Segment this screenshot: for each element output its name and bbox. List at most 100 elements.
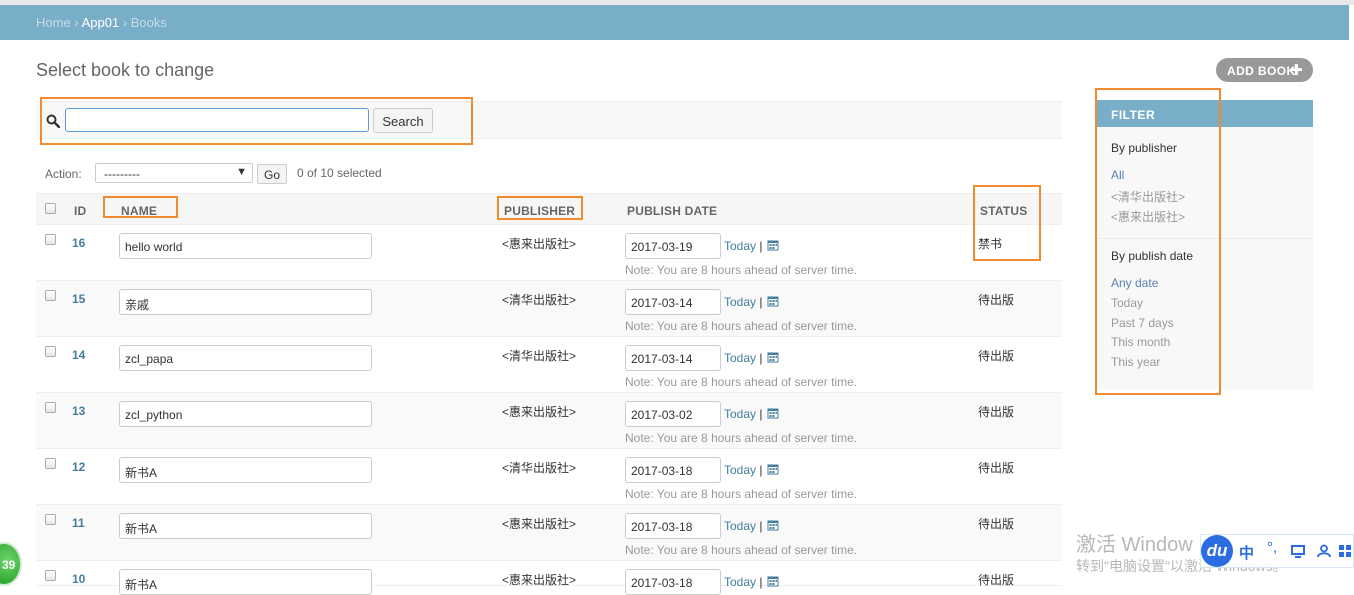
today-link[interactable]: Today |: [724, 575, 763, 589]
windows-activation-watermark: 激活 Window: [1076, 534, 1193, 556]
action-select[interactable]: --------- ▼: [95, 163, 253, 183]
publish-date-input[interactable]: 2017-03-18: [625, 569, 721, 595]
action-select-value: ---------: [104, 167, 140, 181]
row-publisher: <惠来出版社>: [502, 405, 577, 419]
today-label: Today: [724, 295, 757, 309]
publish-date-input[interactable]: 2017-03-02: [625, 401, 721, 427]
today-label: Today: [724, 351, 757, 365]
breadcrumb-home[interactable]: Home: [36, 15, 71, 30]
publish-date-input[interactable]: 2017-03-18: [625, 513, 721, 539]
today-separator: |: [759, 239, 763, 253]
ime-toolbar: du 中 °,: [1200, 534, 1354, 568]
book-name-input[interactable]: zcl_python: [119, 401, 372, 427]
today-link[interactable]: Today |: [724, 239, 763, 253]
row-id-link[interactable]: 10: [72, 572, 85, 586]
today-label: Today: [724, 575, 757, 589]
book-name-input[interactable]: hello world: [119, 233, 372, 259]
today-link[interactable]: Today |: [724, 463, 763, 477]
go-button[interactable]: Go: [257, 164, 287, 184]
table-row: 14 zcl_papa <清华出版社> 2017-03-14 Today | Note: …: [36, 337, 1062, 393]
add-book-label: ADD BOOK: [1227, 64, 1296, 78]
row-checkbox[interactable]: [45, 458, 56, 469]
row-id-link[interactable]: 15: [72, 292, 85, 306]
today-label: Today: [724, 239, 757, 253]
row-status: 待出版: [978, 293, 1015, 307]
row-status: 待出版: [978, 461, 1015, 475]
book-name-input[interactable]: 新书A: [119, 569, 372, 595]
today-link[interactable]: Today |: [724, 519, 763, 533]
filter-highlight-box: [1095, 88, 1221, 395]
today-separator: |: [759, 575, 763, 589]
row-checkbox[interactable]: [45, 570, 56, 581]
row-status: 待出版: [978, 573, 1015, 587]
select-all-checkbox[interactable]: [45, 203, 56, 214]
breadcrumb-app[interactable]: App01: [82, 15, 120, 30]
ime-punctuation-mode[interactable]: °,: [1267, 539, 1277, 556]
today-link[interactable]: Today |: [724, 295, 763, 309]
floating-badge[interactable]: 39: [0, 542, 22, 586]
publish-date-input[interactable]: 2017-03-18: [625, 457, 721, 483]
table-row: 12 新书A <清华出版社> 2017-03-18 Today | Note: You a…: [36, 449, 1062, 505]
book-name-input[interactable]: 新书A: [119, 457, 372, 483]
timezone-note: Note: You are 8 hours ahead of server ti…: [625, 431, 858, 445]
publish-date-input[interactable]: 2017-03-14: [625, 345, 721, 371]
row-checkbox[interactable]: [45, 346, 56, 357]
status-column-highlight-box: [973, 185, 1041, 261]
calendar-icon[interactable]: [767, 407, 779, 419]
ime-language-mode[interactable]: 中: [1239, 542, 1254, 563]
row-id-link[interactable]: 12: [72, 460, 85, 474]
ime-menu-icon[interactable]: [1338, 544, 1352, 558]
today-link[interactable]: Today |: [724, 407, 763, 421]
row-id-link[interactable]: 14: [72, 348, 85, 362]
column-id[interactable]: ID: [74, 204, 86, 218]
add-book-button[interactable]: ADD BOOK ✚: [1216, 58, 1313, 82]
calendar-icon[interactable]: [767, 519, 779, 531]
book-name-input[interactable]: 亲戚: [119, 289, 372, 315]
calendar-icon[interactable]: [767, 463, 779, 475]
row-publisher: <惠来出版社>: [502, 573, 577, 587]
publish-date-input[interactable]: 2017-03-19: [625, 233, 721, 259]
today-label: Today: [724, 407, 757, 421]
row-id-link[interactable]: 13: [72, 404, 85, 418]
column-publish-date[interactable]: PUBLISH DATE: [627, 204, 717, 218]
ime-screen-icon[interactable]: [1291, 544, 1305, 558]
table-row: 15 亲戚 <清华出版社> 2017-03-14 Today | Note: You ar…: [36, 281, 1062, 337]
table-row: 11 新书A <惠来出版社> 2017-03-18 Today | Note: You a…: [36, 505, 1062, 561]
breadcrumb-current: Books: [130, 15, 167, 30]
row-publisher: <清华出版社>: [502, 293, 577, 307]
row-publisher: <清华出版社>: [502, 461, 577, 475]
row-checkbox[interactable]: [45, 402, 56, 413]
row-publisher: <清华出版社>: [502, 349, 577, 363]
page-title: Select book to change: [36, 60, 215, 80]
ime-user-icon[interactable]: [1317, 544, 1331, 558]
today-label: Today: [724, 519, 757, 533]
name-column-highlight-box: [103, 196, 178, 218]
book-name-input[interactable]: 新书A: [119, 513, 372, 539]
publish-date-input[interactable]: 2017-03-14: [625, 289, 721, 315]
calendar-icon[interactable]: [767, 239, 779, 251]
calendar-icon[interactable]: [767, 351, 779, 363]
timezone-note: Note: You are 8 hours ahead of server ti…: [625, 319, 858, 333]
today-separator: |: [759, 519, 763, 533]
row-checkbox[interactable]: [45, 290, 56, 301]
today-label: Today: [724, 463, 757, 477]
row-checkbox[interactable]: [45, 234, 56, 245]
search-highlight-box: [40, 97, 473, 145]
today-separator: |: [759, 463, 763, 477]
calendar-icon[interactable]: [767, 575, 779, 587]
row-checkbox[interactable]: [45, 514, 56, 525]
row-status: 待出版: [978, 349, 1015, 363]
timezone-note: Note: You are 8 hours ahead of server ti…: [625, 263, 858, 277]
plus-icon: ✚: [1290, 62, 1303, 79]
baidu-ime-logo-icon[interactable]: du: [1201, 535, 1233, 567]
publisher-column-highlight-box: [497, 196, 583, 220]
actions-bar: Action: --------- ▼ Go 0 of 10 selected: [36, 161, 1062, 187]
row-status: 待出版: [978, 405, 1015, 419]
row-id-link[interactable]: 11: [72, 516, 85, 530]
calendar-icon[interactable]: [767, 295, 779, 307]
table-row: 13 zcl_python <惠来出版社> 2017-03-02 Today | Note…: [36, 393, 1062, 449]
row-id-link[interactable]: 16: [72, 236, 85, 250]
table-row: 10 新书A <惠来出版社> 2017-03-18 Today | 待出版: [36, 561, 1062, 595]
book-name-input[interactable]: zcl_papa: [119, 345, 372, 371]
today-link[interactable]: Today |: [724, 351, 763, 365]
